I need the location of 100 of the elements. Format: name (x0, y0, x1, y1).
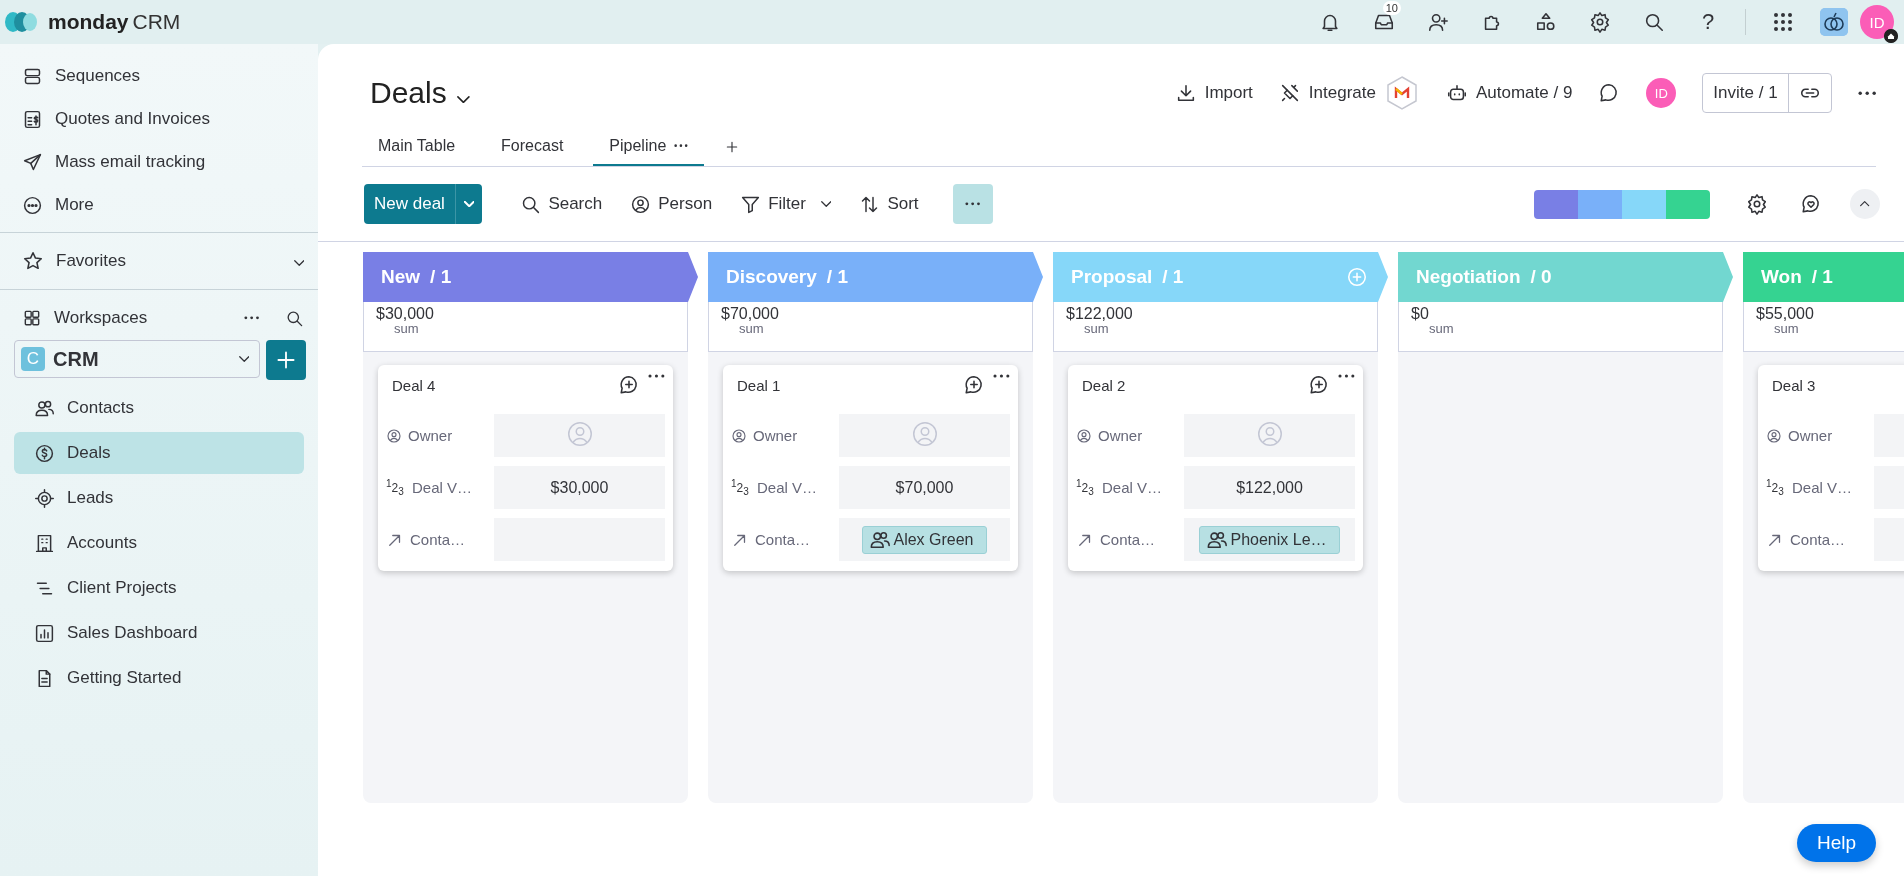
contact-chip[interactable]: Phoenix Le… (1199, 525, 1340, 554)
toolbar-action[interactable]: Integrate (1278, 75, 1420, 111)
field-value-cell[interactable]: Phoenix Le… (1184, 518, 1355, 561)
dollar-icon (34, 442, 55, 464)
field-label: Deal V… (1792, 479, 1853, 496)
sidebar-item[interactable]: Deals (14, 432, 304, 474)
logo-text: monday (48, 10, 129, 34)
bar-chart-icon (34, 622, 55, 644)
more-icon (964, 202, 981, 206)
toolbar-button[interactable]: Filter (732, 184, 840, 224)
toolbar-button[interactable]: Sort (851, 184, 927, 224)
help-button[interactable]: Help (1796, 824, 1876, 862)
view-tab[interactable]: Forecast (485, 128, 580, 166)
toolbar-action[interactable]: Automate / 9 (1445, 82, 1573, 104)
sidebar-item[interactable]: Client Projects (14, 567, 304, 609)
home-badge-icon (1884, 29, 1898, 43)
stage-title: Negotiation (1416, 266, 1521, 288)
field-label: Deal V… (412, 479, 473, 496)
more-icon (243, 316, 259, 320)
person-icon (731, 427, 747, 444)
chevron-up-icon (1860, 201, 1870, 207)
stage-title: Proposal (1071, 266, 1153, 288)
toolbar-action[interactable]: Import (1174, 82, 1253, 104)
field-value-cell[interactable]: $30,000 (494, 466, 665, 509)
stage-title: Won (1761, 266, 1802, 288)
sidebar-item[interactable]: Contacts (14, 387, 304, 429)
stage-sum: $30,000 (376, 306, 435, 322)
workspace-badge: C (21, 347, 45, 371)
stage-count: / 1 (826, 266, 848, 288)
chat-heart-icon (1800, 193, 1822, 215)
sidebar-item[interactable]: Accounts (14, 522, 304, 564)
number-glyph: $^{1}$2$_{3}$ (1076, 477, 1095, 498)
sidebar-item[interactable]: Sequences (16, 55, 306, 97)
star-icon (22, 250, 44, 272)
person-icon (630, 193, 652, 215)
contact-chip[interactable]: Alex Green (862, 525, 987, 554)
stage-title: Discovery (726, 266, 817, 288)
sum-label: sum (394, 322, 420, 335)
sidebar-item[interactable]: Leads (14, 477, 304, 519)
target-icon (34, 487, 55, 509)
field-label: Owner (408, 427, 453, 444)
field-label: Deal V… (757, 479, 818, 496)
field-label: Conta… (1790, 531, 1846, 548)
field-label: Deal V… (1102, 479, 1163, 496)
toolbar-button[interactable]: Person (622, 184, 721, 224)
sidebar-item[interactable]: Quotes and Invoices (16, 98, 306, 140)
stage-count: / 1 (1811, 266, 1833, 288)
field-label: Conta… (755, 531, 811, 548)
more-icon (1338, 374, 1355, 379)
inbox-count: 10 (1382, 1, 1401, 15)
field-value-cell[interactable] (1184, 414, 1355, 457)
sidebar-item[interactable]: Sales Dashboard (14, 612, 304, 654)
add-button[interactable] (266, 340, 306, 380)
settings-icon (1589, 11, 1611, 33)
stage-sum: $55,000 (1756, 306, 1815, 322)
deal-title: Deal 3 (1772, 376, 1816, 394)
workspace-options-button[interactable] (243, 316, 259, 320)
more-options-button[interactable] (1857, 90, 1876, 96)
field-value-cell[interactable]: $122,000 (1184, 466, 1355, 509)
workspaces-icon (22, 308, 42, 328)
sidebar-item[interactable]: Getting Started (14, 657, 304, 699)
inbox-button[interactable]: 10 (1357, 2, 1411, 42)
toolbar-button[interactable]: Search (512, 184, 611, 224)
board-title: Deals (370, 76, 447, 110)
more-icon (648, 374, 665, 379)
field-value-cell[interactable] (839, 414, 1010, 457)
favorites-toggle[interactable]: Favorites (22, 240, 304, 282)
deal-value: $122,000 (1236, 478, 1303, 497)
field-value-cell[interactable]: Alex Green (839, 518, 1010, 561)
workspace-dropdown[interactable]: C CRM (14, 340, 260, 378)
apps-grid-icon (1771, 10, 1795, 34)
view-tab[interactable]: Main Table (362, 128, 472, 166)
number-glyph: $^{1}$2$_{3}$ (1766, 477, 1785, 498)
field-value-cell[interactable]: $70,000 (839, 466, 1010, 509)
chevron-down-icon (238, 356, 249, 362)
field-label: Owner (1788, 427, 1833, 444)
chevron-down-icon (463, 201, 475, 207)
add-item-icon (1346, 266, 1368, 288)
person-icon (386, 427, 402, 444)
number-glyph: $^{1}$2$_{3}$ (731, 477, 750, 498)
logo-icon (4, 11, 38, 33)
workspaces-label: Workspaces (54, 308, 148, 328)
person-add-icon (1427, 11, 1449, 33)
app-icon[interactable] (1820, 8, 1848, 36)
paper-plane-icon (22, 151, 43, 173)
more-icon (22, 194, 43, 216)
field-value-cell[interactable] (494, 414, 665, 457)
deal-title: Deal 2 (1082, 376, 1126, 394)
search-icon (1643, 11, 1665, 33)
stage-sum: $0 (1411, 306, 1430, 322)
field-label: Owner (753, 427, 798, 444)
stage-count: / 0 (1530, 266, 1552, 288)
sidebar-item[interactable]: Mass email tracking (16, 141, 306, 183)
help-button[interactable]: ? (1681, 2, 1735, 42)
product-name: CRM (132, 10, 181, 34)
sidebar-item[interactable]: More (16, 184, 306, 226)
more-icon (1857, 90, 1876, 96)
stage-sum: $70,000 (721, 306, 780, 322)
view-tab[interactable]: Pipeline (593, 128, 705, 166)
settings-icon (1746, 193, 1768, 215)
